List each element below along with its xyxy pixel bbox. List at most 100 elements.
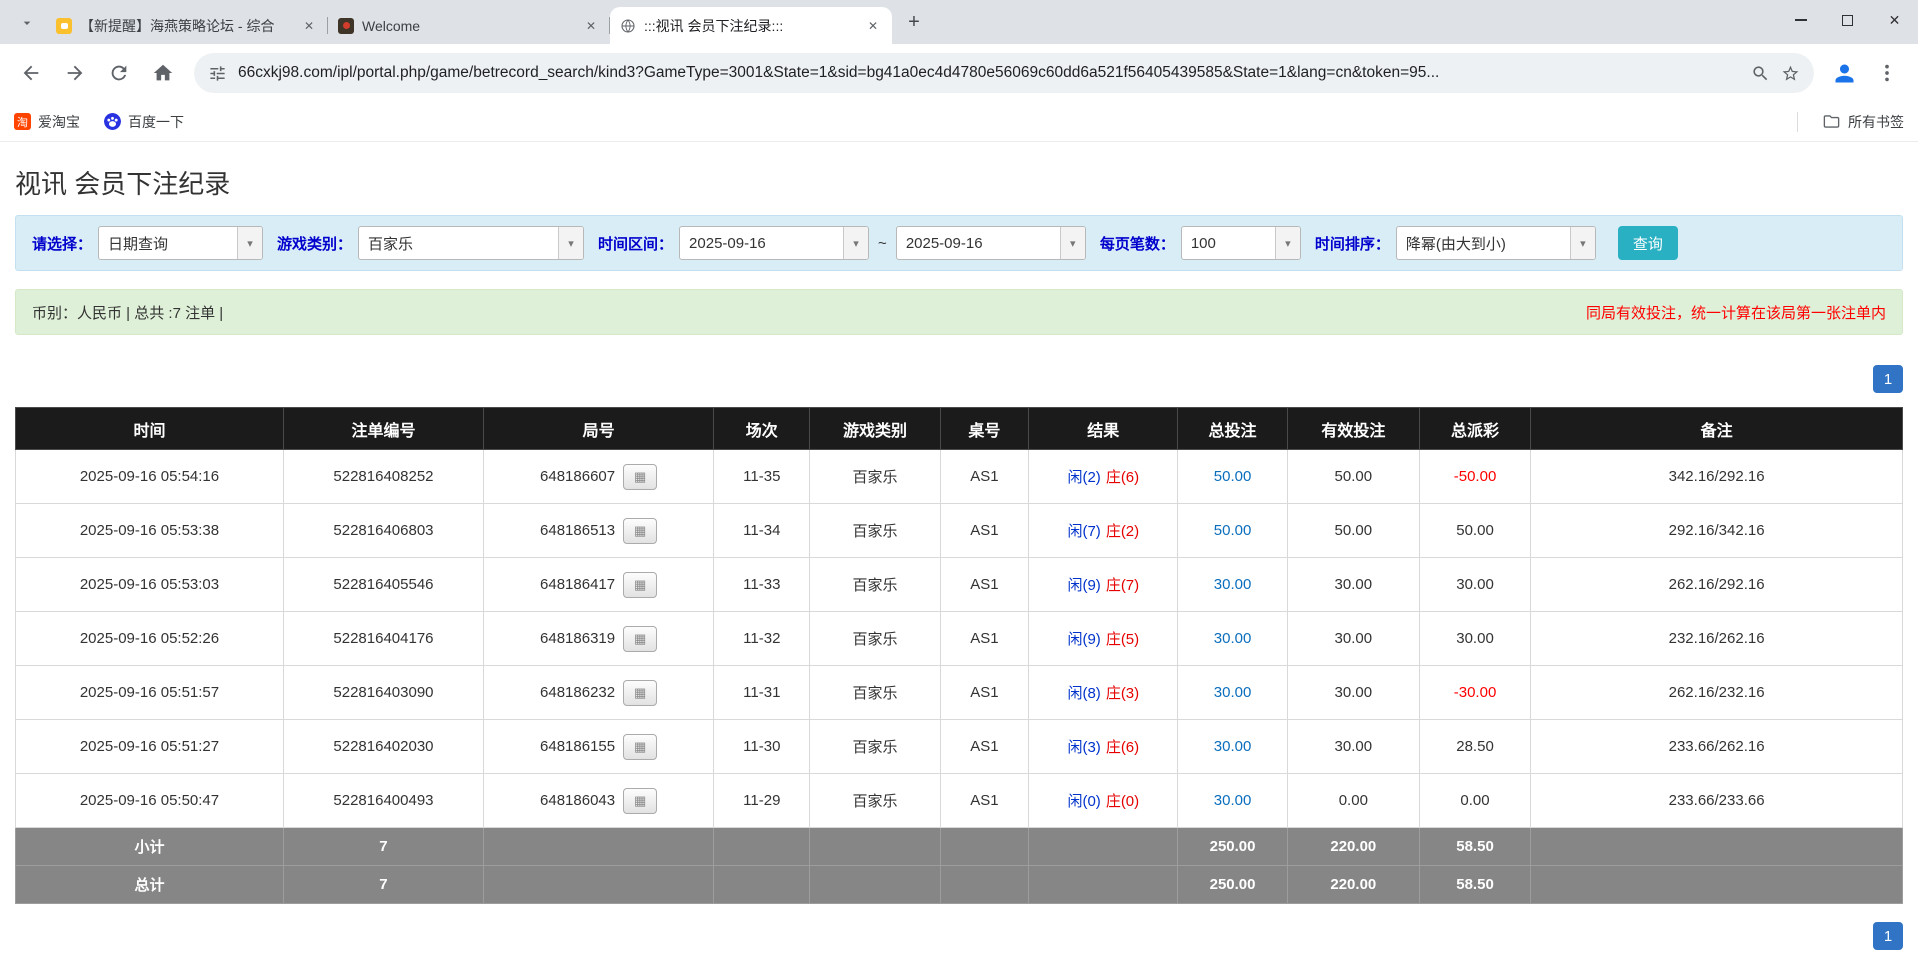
cell-session: 11-33 [714, 558, 810, 612]
tab-close-icon[interactable]: ✕ [582, 17, 600, 35]
taobao-icon: 淘 [14, 113, 31, 130]
cell-bet-id: 522816402030 [283, 720, 483, 774]
total-bet-link[interactable]: 50.00 [1214, 468, 1252, 485]
column-header: 有效投注 [1287, 408, 1419, 450]
round-id: 648186043 [540, 791, 615, 808]
tab-forum[interactable]: 【新提醒】海燕策略论坛 - 综合 ✕ [46, 7, 328, 44]
roadmap-button[interactable]: ▦ [623, 572, 657, 598]
cell-table-no: AS1 [940, 558, 1029, 612]
roadmap-button[interactable]: ▦ [623, 788, 657, 814]
page-size-select[interactable]: 100 ▾ [1181, 226, 1301, 260]
bookmark-baidu[interactable]: 百度一下 [104, 112, 184, 132]
page-1-button[interactable]: 1 [1873, 922, 1903, 950]
roadmap-icon: ▦ [634, 794, 646, 807]
tab-welcome[interactable]: Welcome ✕ [328, 7, 610, 44]
column-header: 桌号 [940, 408, 1029, 450]
total-bet-link[interactable]: 30.00 [1214, 792, 1252, 809]
tab-search-button[interactable] [12, 8, 42, 38]
cell-time: 2025-09-16 05:52:26 [16, 612, 284, 666]
roadmap-button[interactable]: ▦ [623, 464, 657, 490]
roadmap-button[interactable]: ▦ [623, 680, 657, 706]
back-icon [20, 62, 42, 84]
subtotal-row: 小计 7 250.00 220.00 58.50 [16, 828, 1903, 866]
bookmark-star-icon[interactable] [1781, 64, 1800, 83]
tab-bet-records[interactable]: :::视讯 会员下注纪录::: ✕ [610, 7, 892, 44]
home-icon [152, 62, 174, 84]
banker-result: 庄(5) [1106, 631, 1139, 648]
round-id: 648186417 [540, 575, 615, 592]
back-button[interactable] [10, 52, 52, 94]
total-bet-link[interactable]: 30.00 [1214, 684, 1252, 701]
profile-avatar[interactable] [1824, 53, 1864, 93]
bet-records-table: 时间注单编号局号场次游戏类别桌号结果总投注有效投注总派彩备注 2025-09-1… [15, 407, 1903, 904]
globe-favicon [620, 18, 636, 34]
chevron-down-icon[interactable]: ▾ [843, 227, 868, 259]
game-type-select[interactable]: 百家乐 ▾ [358, 226, 584, 260]
total-bet-link[interactable]: 30.00 [1214, 738, 1252, 755]
column-header: 时间 [16, 408, 284, 450]
cell-total-bet: 50.00 [1178, 450, 1287, 504]
banker-result: 庄(7) [1106, 577, 1139, 594]
player-result: 闲(9) [1067, 577, 1100, 594]
cell-time: 2025-09-16 05:53:03 [16, 558, 284, 612]
zoom-icon[interactable] [1751, 64, 1770, 83]
search-button[interactable]: 查询 [1618, 226, 1678, 260]
chevron-down-icon[interactable]: ▾ [558, 227, 583, 259]
roadmap-icon: ▦ [634, 632, 646, 645]
query-type-select[interactable]: 日期查询 ▾ [98, 226, 263, 260]
home-button[interactable] [142, 52, 184, 94]
cell-total-bet: 30.00 [1178, 720, 1287, 774]
chevron-down-icon[interactable]: ▾ [1570, 227, 1595, 259]
chevron-down-icon[interactable]: ▾ [237, 227, 262, 259]
roadmap-button[interactable]: ▦ [623, 518, 657, 544]
page-1-button[interactable]: 1 [1873, 365, 1903, 393]
menu-button[interactable] [1866, 52, 1908, 94]
page-size-group: 每页笔数： 100 ▾ [1100, 226, 1301, 260]
cell-time: 2025-09-16 05:54:16 [16, 450, 284, 504]
sort-select[interactable]: 降幂(由大到小) ▾ [1396, 226, 1596, 260]
site-info-icon[interactable] [208, 64, 227, 83]
roadmap-button[interactable]: ▦ [623, 734, 657, 760]
round-id: 648186155 [540, 737, 615, 754]
maximize-button[interactable] [1824, 0, 1871, 40]
close-button[interactable]: ✕ [1871, 0, 1918, 40]
roadmap-icon: ▦ [634, 686, 646, 699]
maximize-icon [1842, 15, 1853, 26]
column-header: 场次 [714, 408, 810, 450]
browser-toolbar: 66cxkj98.com/ipl/portal.php/game/betreco… [0, 44, 1918, 102]
roadmap-button[interactable]: ▦ [623, 626, 657, 652]
cell-round: 648186232▦ [483, 666, 713, 720]
total-row: 总计 7 250.00 220.00 58.50 [16, 866, 1903, 904]
cell-session: 11-32 [714, 612, 810, 666]
url-text[interactable]: 66cxkj98.com/ipl/portal.php/game/betreco… [238, 64, 1740, 82]
date-from-select[interactable]: 2025-09-16 ▾ [679, 226, 869, 260]
new-tab-button[interactable]: + [900, 8, 928, 36]
cell-note: 233.66/233.66 [1531, 774, 1903, 828]
date-to-select[interactable]: 2025-09-16 ▾ [896, 226, 1086, 260]
total-bet-link[interactable]: 30.00 [1214, 630, 1252, 647]
chevron-down-icon[interactable]: ▾ [1060, 227, 1085, 259]
total-bet-link[interactable]: 50.00 [1214, 522, 1252, 539]
column-header: 总派彩 [1419, 408, 1530, 450]
reload-button[interactable] [98, 52, 140, 94]
total-bet-link[interactable]: 30.00 [1214, 576, 1252, 593]
cell-total-bet: 30.00 [1178, 612, 1287, 666]
subtotal-count: 7 [283, 828, 483, 866]
cell-empty [1531, 828, 1903, 866]
minimize-button[interactable] [1777, 0, 1824, 40]
chevron-down-icon[interactable]: ▾ [1275, 227, 1300, 259]
tab-close-icon[interactable]: ✕ [864, 17, 882, 35]
tab-close-icon[interactable]: ✕ [300, 17, 318, 35]
cell-valid-bet: 30.00 [1287, 612, 1419, 666]
roadmap-icon: ▦ [634, 740, 646, 753]
cell-game-type: 百家乐 [810, 450, 940, 504]
address-bar[interactable]: 66cxkj98.com/ipl/portal.php/game/betreco… [194, 53, 1814, 93]
cell-valid-bet: 50.00 [1287, 504, 1419, 558]
all-bookmarks-button[interactable]: 所有书签 [1822, 112, 1904, 132]
bookbar-divider [1797, 112, 1798, 132]
tab-title: 【新提醒】海燕策略论坛 - 综合 [80, 16, 292, 36]
forward-button[interactable] [54, 52, 96, 94]
round-id: 648186607 [540, 467, 615, 484]
bookmark-taobao[interactable]: 淘 爱淘宝 [14, 112, 80, 132]
cell-empty [810, 866, 940, 904]
